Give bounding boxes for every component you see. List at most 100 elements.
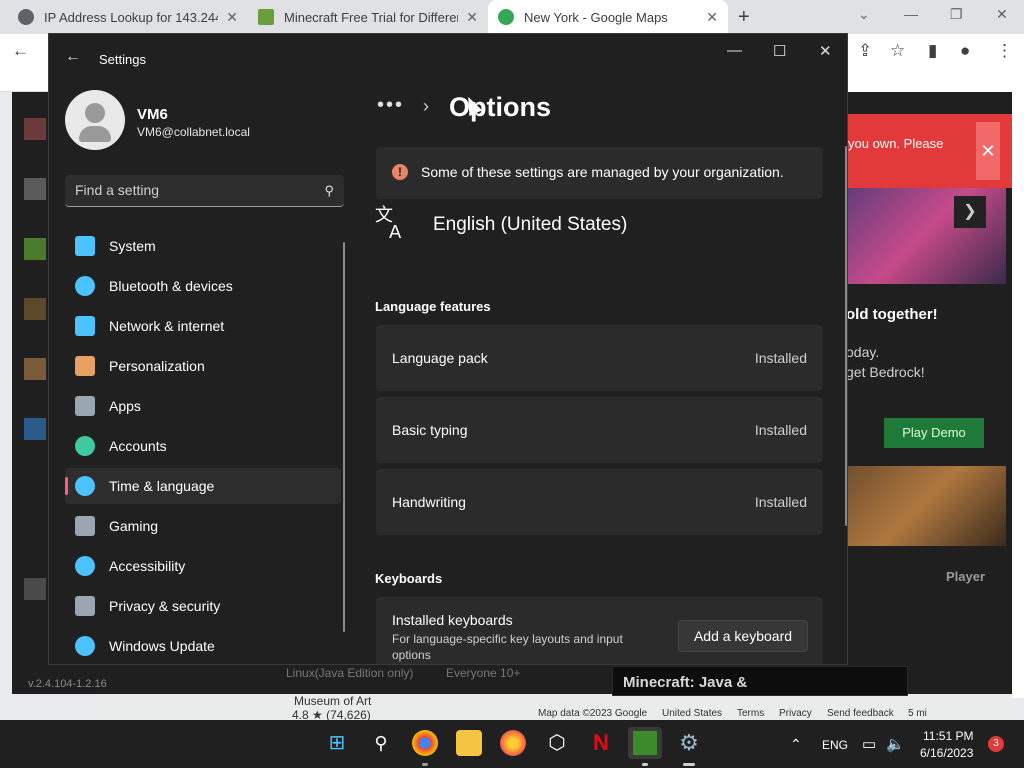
taskbar: ⊞ ⚲ ⬡ N ⚙ ⌃ ENG ▭ 🔈 11:51 PM 6/16/2023 xyxy=(0,720,1024,768)
nav-scrollbar[interactable] xyxy=(343,242,345,632)
close-tab-icon[interactable]: ✕ xyxy=(706,9,718,26)
carousel-next-icon[interactable]: ❯ xyxy=(954,196,986,228)
sidebar-item-label: Time & language xyxy=(109,478,215,494)
settings-gear-icon[interactable]: ⚙ xyxy=(676,730,702,756)
feature-row-basic-typing[interactable]: Basic typing Installed xyxy=(376,397,823,463)
place-name[interactable]: Museum of Art xyxy=(294,694,371,708)
block-icon xyxy=(24,358,46,380)
svg-text:A: A xyxy=(389,222,402,240)
sidebar-item-accounts[interactable]: Accounts xyxy=(65,428,341,464)
search-box[interactable]: ⚲ xyxy=(65,175,344,207)
minecraft-hero-image: ❯ xyxy=(836,188,1006,284)
netflix-icon[interactable]: N xyxy=(588,730,614,756)
running-indicator xyxy=(683,763,695,766)
minecraft-app-icon[interactable] xyxy=(628,727,662,759)
browser-tab-strip: IP Address Lookup for 143.244.4 ✕ Minecr… xyxy=(0,0,1024,34)
map-privacy-link[interactable]: Privacy xyxy=(779,708,812,719)
browser-tab-ip-lookup[interactable]: IP Address Lookup for 143.244.4 ✕ xyxy=(8,0,248,34)
volume-icon[interactable]: 🔈 xyxy=(886,735,905,753)
play-demo-button[interactable]: Play Demo xyxy=(884,418,984,448)
maximize-icon[interactable]: ☐ xyxy=(773,42,786,60)
breadcrumb-overflow[interactable]: ••• xyxy=(377,94,404,117)
content-scrollbar[interactable] xyxy=(845,146,847,526)
brush-icon xyxy=(75,356,95,376)
close-icon[interactable]: ✕ xyxy=(996,6,1008,23)
file-explorer-icon[interactable] xyxy=(456,730,482,756)
info-icon: ! xyxy=(392,164,408,180)
chrome-icon[interactable] xyxy=(412,730,438,756)
back-arrow-icon[interactable]: ← xyxy=(65,48,81,66)
close-tab-icon[interactable]: ✕ xyxy=(226,9,238,26)
menu-dots-icon[interactable]: ⋮ xyxy=(996,41,1013,61)
page-title: Options xyxy=(449,92,551,122)
search-icon[interactable]: ⚲ xyxy=(324,183,334,199)
feature-status: Installed xyxy=(754,350,807,366)
browser-tab-minecraft[interactable]: Minecraft Free Trial for Different ✕ xyxy=(248,0,488,34)
map-region[interactable]: United States xyxy=(662,708,722,719)
tab-search-icon[interactable]: ⌄ xyxy=(858,6,870,23)
network-icon[interactable]: ▭ xyxy=(862,735,876,753)
clock-time[interactable]: 11:51 PM xyxy=(923,729,973,743)
sidebar-item-time-language[interactable]: Time & language xyxy=(65,468,341,504)
side-panel-icon[interactable]: ▮ xyxy=(928,41,937,61)
firefox-icon[interactable] xyxy=(500,730,526,756)
add-keyboard-button[interactable]: Add a keyboard xyxy=(678,620,808,652)
block-icon xyxy=(24,178,46,200)
wifi-icon xyxy=(75,316,95,336)
settings-window: ← Settings — ☐ ✕ VM6 VM6@collabnet.local… xyxy=(48,33,848,665)
running-indicator xyxy=(642,763,648,766)
player-label: Player xyxy=(946,569,986,584)
sidebar-item-privacy-security[interactable]: Privacy & security xyxy=(65,588,341,624)
notification-badge[interactable]: 3 xyxy=(988,736,1004,752)
search-input[interactable] xyxy=(75,182,305,198)
sidebar-item-personalization[interactable]: Personalization xyxy=(65,348,341,384)
minimize-icon[interactable]: — xyxy=(727,42,742,59)
sidebar-item-network-internet[interactable]: Network & internet xyxy=(65,308,341,344)
share-icon[interactable]: ⇪ xyxy=(858,41,872,61)
close-icon[interactable]: ✕ xyxy=(819,42,832,60)
map-feedback-link[interactable]: Send feedback xyxy=(827,708,894,719)
sidebar-item-label: Personalization xyxy=(109,358,205,374)
shield-icon xyxy=(75,596,95,616)
accounts-icon xyxy=(75,436,95,456)
user-email: VM6@collabnet.local xyxy=(137,125,250,139)
avatar[interactable] xyxy=(65,90,125,150)
restore-icon[interactable]: ❐ xyxy=(950,6,963,23)
profile-icon[interactable]: ● xyxy=(960,41,970,61)
chevron-up-icon[interactable]: ⌃ xyxy=(790,736,802,753)
search-icon[interactable]: ⚲ xyxy=(368,730,394,756)
sidebar-item-label: Privacy & security xyxy=(109,598,221,614)
map-attribution: Map data ©2023 Google xyxy=(538,708,648,719)
bluetooth-icon xyxy=(75,276,95,296)
input-language[interactable]: ENG xyxy=(822,738,848,752)
banner-text: you own. Please xyxy=(848,136,944,151)
minimize-icon[interactable]: — xyxy=(904,6,918,22)
minecraft-grass-icon xyxy=(258,9,274,25)
back-icon[interactable]: ← xyxy=(12,41,29,61)
managed-info-bar: ! Some of these settings are managed by … xyxy=(376,147,823,199)
feature-name: Basic typing xyxy=(392,422,468,438)
feature-row-handwriting[interactable]: Handwriting Installed xyxy=(376,469,823,535)
feature-status: Installed xyxy=(754,422,807,438)
sidebar-item-apps[interactable]: Apps xyxy=(65,388,341,424)
new-tab-button[interactable]: + xyxy=(738,6,750,29)
banner-close-icon[interactable]: ✕ xyxy=(976,122,1000,180)
sidebar-item-gaming[interactable]: Gaming xyxy=(65,508,341,544)
feature-name: Language pack xyxy=(392,350,488,366)
sidebar-item-label: Gaming xyxy=(109,518,159,534)
sidebar-item-windows-update[interactable]: Windows Update xyxy=(65,628,341,664)
user-name: VM6 xyxy=(137,106,168,123)
map-terms-link[interactable]: Terms xyxy=(737,708,764,719)
close-tab-icon[interactable]: ✕ xyxy=(466,9,478,26)
sidebar-item-accessibility[interactable]: Accessibility xyxy=(65,548,341,584)
package-icon[interactable]: ⬡ xyxy=(544,730,570,756)
feature-row-language-pack[interactable]: Language pack Installed xyxy=(376,325,823,391)
update-icon xyxy=(75,636,95,656)
clock-date[interactable]: 6/16/2023 xyxy=(920,746,973,760)
bookmark-star-icon[interactable]: ☆ xyxy=(890,41,905,61)
minecraft-card-title[interactable]: Minecraft: Java & xyxy=(612,666,908,696)
start-windows-icon[interactable]: ⊞ xyxy=(324,730,350,756)
sidebar-item-system[interactable]: System xyxy=(65,228,341,264)
sidebar-item-bluetooth-devices[interactable]: Bluetooth & devices xyxy=(65,268,341,304)
browser-tab-google-maps[interactable]: New York - Google Maps ✕ xyxy=(488,0,728,34)
